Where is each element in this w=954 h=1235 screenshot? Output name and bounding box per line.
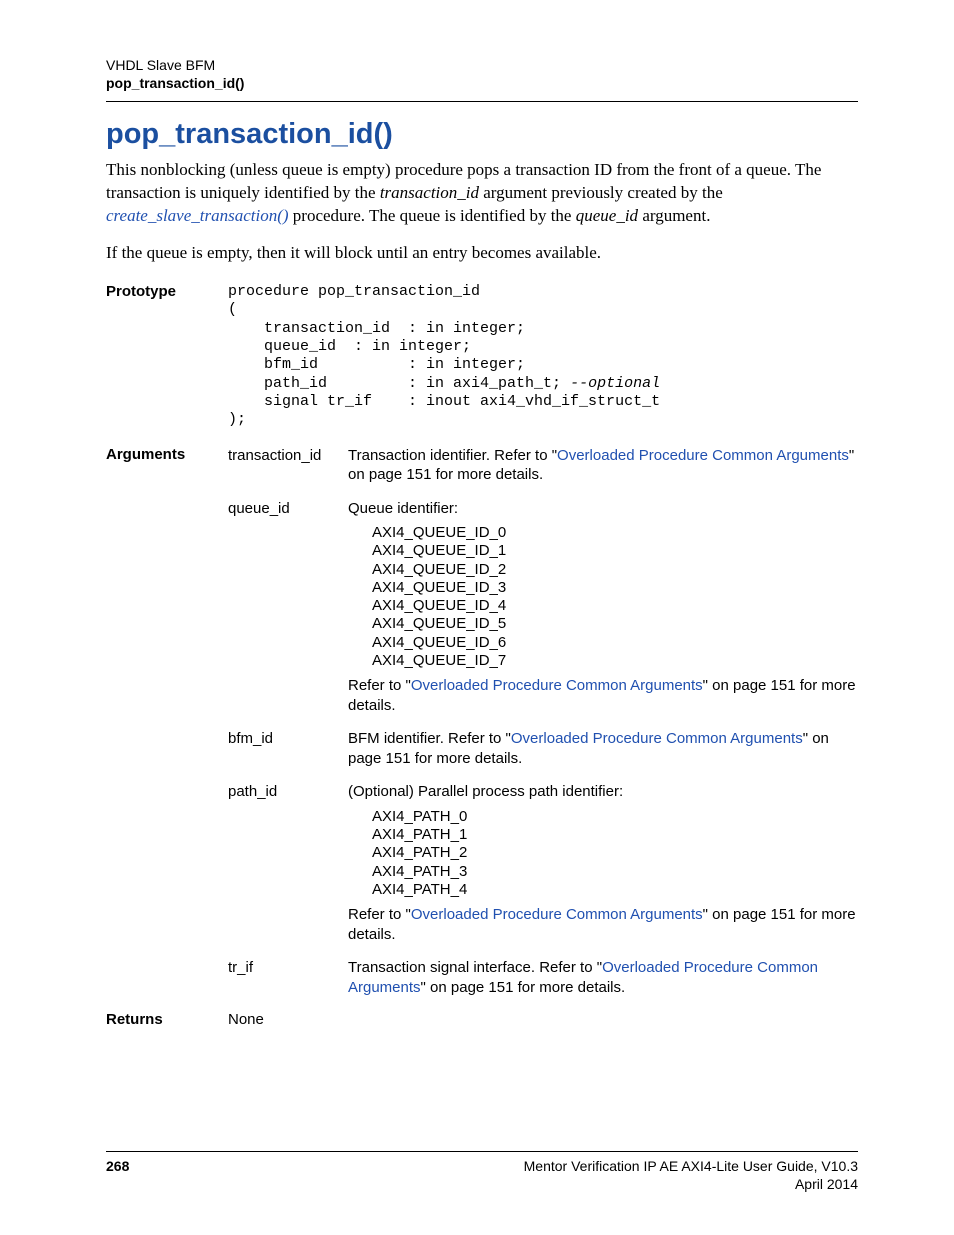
link-create-slave-transaction[interactable]: create_slave_transaction() <box>106 206 289 225</box>
intro-paragraph-1: This nonblocking (unless queue is empty)… <box>106 159 858 228</box>
enum-item: AXI4_PATH_0 <box>372 808 858 826</box>
code-line: ( <box>228 301 237 318</box>
page-footer: 268 Mentor Verification IP AE AXI4-Lite … <box>106 1151 858 1193</box>
enum-item: AXI4_PATH_4 <box>372 881 858 899</box>
enum-item: AXI4_QUEUE_ID_5 <box>372 615 858 633</box>
text: Transaction identifier. Refer to " <box>348 447 557 464</box>
header-divider <box>106 101 858 102</box>
intro-paragraph-2: If the queue is empty, then it will bloc… <box>106 242 858 265</box>
arg-desc-bfm-id: BFM identifier. Refer to "Overloaded Pro… <box>348 729 858 768</box>
arg-name-queue-id: queue_id <box>228 499 340 716</box>
link-overloaded-args[interactable]: Overloaded Procedure Common Arguments <box>411 677 703 694</box>
arg-name-bfm-id: bfm_id <box>228 729 340 768</box>
page-title: pop_transaction_id() <box>106 118 858 151</box>
footer-divider <box>106 1151 858 1152</box>
enum-item: AXI4_PATH_1 <box>372 826 858 844</box>
page-number: 268 <box>106 1157 129 1193</box>
code-line: ); <box>228 411 246 428</box>
enum-item: AXI4_PATH_3 <box>372 863 858 881</box>
code-line: bfm_id : in integer; <box>228 356 525 373</box>
text: Refer to "Overloaded Procedure Common Ar… <box>348 905 858 944</box>
queue-id-enum: AXI4_QUEUE_ID_0 AXI4_QUEUE_ID_1 AXI4_QUE… <box>348 518 858 676</box>
footer-date: April 2014 <box>524 1175 858 1193</box>
arg-name-path-id: path_id <box>228 782 340 944</box>
code-line: path_id : in axi4_path_t; <box>228 375 570 392</box>
label-arguments: Arguments <box>106 442 224 1008</box>
link-overloaded-args[interactable]: Overloaded Procedure Common Arguments <box>411 906 703 923</box>
code-line: transaction_id : in integer; <box>228 320 525 337</box>
header-topic: pop_transaction_id() <box>106 74 858 92</box>
arg-desc-queue-id: Queue identifier: AXI4_QUEUE_ID_0 AXI4_Q… <box>348 499 858 716</box>
arg-desc-tr-if: Transaction signal interface. Refer to "… <box>348 958 858 997</box>
label-returns: Returns <box>106 1007 224 1028</box>
text: argument. <box>638 206 710 225</box>
code-comment: --optional <box>570 375 660 392</box>
prototype-code: procedure pop_transaction_id ( transacti… <box>228 279 858 441</box>
enum-item: AXI4_QUEUE_ID_6 <box>372 634 858 652</box>
text: " on page 151 for more details. <box>421 979 626 996</box>
link-overloaded-args[interactable]: Overloaded Procedure Common Arguments <box>557 447 849 464</box>
enum-item: AXI4_QUEUE_ID_7 <box>372 652 858 670</box>
header-chapter: VHDL Slave BFM <box>106 56 858 74</box>
link-overloaded-args[interactable]: Overloaded Procedure Common Arguments <box>511 730 803 747</box>
arguments-table: transaction_id Transaction identifier. R… <box>228 442 858 1008</box>
returns-value: None <box>228 1007 858 1028</box>
text: Refer to " <box>348 677 411 694</box>
enum-item: AXI4_QUEUE_ID_1 <box>372 542 858 560</box>
enum-item: AXI4_QUEUE_ID_4 <box>372 597 858 615</box>
label-prototype: Prototype <box>106 279 224 441</box>
text: procedure. The queue is identified by th… <box>289 206 576 225</box>
text: Queue identifier: <box>348 499 858 519</box>
arg-name-inline: queue_id <box>576 206 638 225</box>
enum-item: AXI4_QUEUE_ID_2 <box>372 561 858 579</box>
enum-item: AXI4_PATH_2 <box>372 844 858 862</box>
text: Transaction signal interface. Refer to " <box>348 959 602 976</box>
arg-desc-transaction-id: Transaction identifier. Refer to "Overlo… <box>348 446 858 485</box>
footer-doc-title: Mentor Verification IP AE AXI4-Lite User… <box>524 1157 858 1175</box>
code-line: procedure pop_transaction_id <box>228 283 480 300</box>
code-line: signal tr_if : inout axi4_vhd_if_struct_… <box>228 393 660 410</box>
text: (Optional) Parallel process path identif… <box>348 782 858 802</box>
text: BFM identifier. Refer to " <box>348 730 511 747</box>
arg-name-inline: transaction_id <box>380 183 479 202</box>
arg-desc-path-id: (Optional) Parallel process path identif… <box>348 782 858 944</box>
text: Refer to " <box>348 906 411 923</box>
arg-name-transaction-id: transaction_id <box>228 446 340 485</box>
text: Refer to "Overloaded Procedure Common Ar… <box>348 676 858 715</box>
path-id-enum: AXI4_PATH_0 AXI4_PATH_1 AXI4_PATH_2 AXI4… <box>348 802 858 905</box>
enum-item: AXI4_QUEUE_ID_3 <box>372 579 858 597</box>
enum-item: AXI4_QUEUE_ID_0 <box>372 524 858 542</box>
code-line: queue_id : in integer; <box>228 338 471 355</box>
arg-name-tr-if: tr_if <box>228 958 340 997</box>
text: argument previously created by the <box>479 183 723 202</box>
